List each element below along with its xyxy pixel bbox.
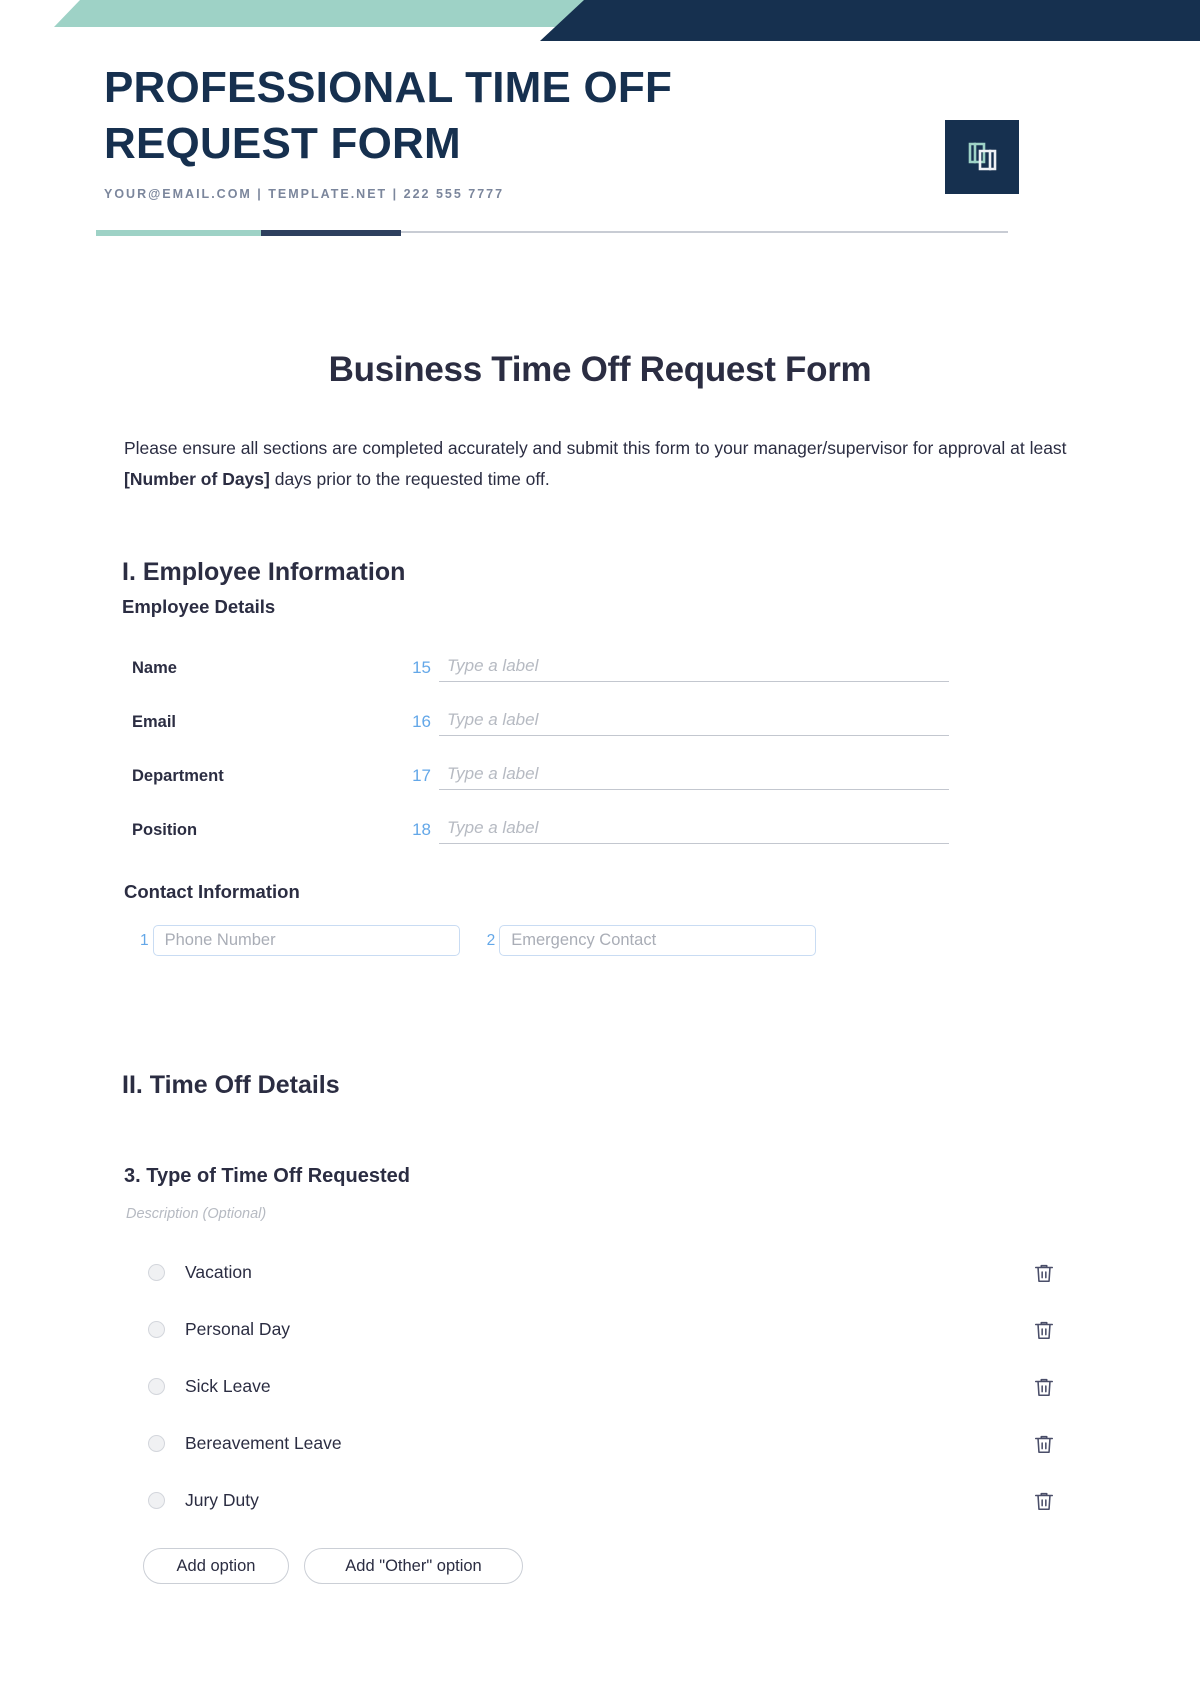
option-label-jury-duty: Jury Duty <box>185 1490 259 1511</box>
trash-icon[interactable] <box>1033 1433 1055 1455</box>
field-number-name: 15 <box>412 658 431 678</box>
letterhead-divider <box>96 230 1008 236</box>
field-row-position[interactable]: Position 18 Type a label <box>132 813 1200 845</box>
phone-number-input[interactable]: Phone Number <box>152 925 460 957</box>
field-input-email[interactable]: Type a label <box>439 710 949 737</box>
intro-text-bold: [Number of Days] <box>124 469 270 490</box>
trash-icon[interactable] <box>1033 1319 1055 1341</box>
trash-icon[interactable] <box>1033 1490 1055 1512</box>
option-row-personal-day[interactable]: Personal Day <box>0 1301 1200 1358</box>
subheading-contact-information: Contact Information <box>124 881 300 903</box>
field-label-position: Position <box>132 821 198 840</box>
employee-fields-list: Name 15 Type a label Email 16 Type a lab… <box>0 651 1200 845</box>
option-row-sick-leave[interactable]: Sick Leave <box>0 1358 1200 1415</box>
contact-information-row: 1 Phone Number 2 Emergency Contact <box>140 925 1200 957</box>
letterhead-title: PROFESSIONAL TIME OFF REQUEST FORM <box>104 63 673 169</box>
company-logo <box>945 120 1019 194</box>
field-number-department: 17 <box>412 766 431 786</box>
divider-segment-gray <box>401 231 1008 233</box>
add-option-buttons: Add option Add "Other" option <box>143 1548 1200 1585</box>
document-body: Business Time Off Request Form Please en… <box>0 250 1200 1585</box>
divider-segment-green <box>96 230 261 236</box>
subheading-employee-details: Employee Details <box>122 596 276 618</box>
document-page: PROFESSIONAL TIME OFF REQUEST FORM YOUR@… <box>0 0 1200 1701</box>
trash-icon[interactable] <box>1033 1262 1055 1284</box>
radio-button-icon[interactable] <box>148 1321 165 1339</box>
question-description[interactable]: Description (Optional) <box>126 1206 1200 1222</box>
radio-button-icon[interactable] <box>148 1435 165 1453</box>
divider-segment-navy <box>261 230 401 236</box>
field-label-email: Email <box>132 713 177 732</box>
field-input-name[interactable]: Type a label <box>439 656 949 683</box>
add-other-option-button[interactable]: Add "Other" option <box>304 1548 523 1585</box>
option-label-bereavement-leave: Bereavement Leave <box>185 1433 342 1454</box>
field-row-department[interactable]: Department 17 Type a label <box>132 759 1200 791</box>
trash-icon[interactable] <box>1033 1376 1055 1398</box>
contact-number-emergency: 2 <box>486 931 496 949</box>
option-label-personal-day: Personal Day <box>185 1319 291 1340</box>
option-row-jury-duty[interactable]: Jury Duty <box>0 1472 1200 1529</box>
field-number-position: 18 <box>412 820 431 840</box>
intro-text-after: days prior to the requested time off. <box>269 469 550 490</box>
time-off-options-list: Vacation Personal Day Sick Leave Bereave… <box>0 1244 1200 1529</box>
section-heading-time-off-details: II. Time Off Details <box>122 1071 340 1100</box>
field-label-department: Department <box>132 767 224 786</box>
option-row-bereavement-leave[interactable]: Bereavement Leave <box>0 1415 1200 1472</box>
field-row-email[interactable]: Email 16 Type a label <box>132 705 1200 737</box>
intro-text-before: Please ensure all sections are completed… <box>124 438 1067 458</box>
intro-paragraph: Please ensure all sections are completed… <box>124 433 1076 495</box>
option-label-vacation: Vacation <box>185 1262 252 1283</box>
section-heading-employee-information: I. Employee Information <box>122 558 406 587</box>
field-input-department[interactable]: Type a label <box>439 764 949 791</box>
field-row-name[interactable]: Name 15 Type a label <box>132 651 1200 683</box>
field-label-name: Name <box>132 659 177 678</box>
page-title: Business Time Off Request Form <box>328 350 872 389</box>
emergency-contact-input[interactable]: Emergency Contact <box>499 925 817 957</box>
field-number-email: 16 <box>412 712 431 732</box>
overlapping-brackets-logo-icon <box>968 142 997 171</box>
letterhead: PROFESSIONAL TIME OFF REQUEST FORM YOUR@… <box>0 0 1200 250</box>
contact-number-phone: 1 <box>140 931 149 949</box>
decorative-green-band <box>54 0 620 27</box>
decorative-navy-band <box>540 0 1200 41</box>
field-input-position[interactable]: Type a label <box>439 818 949 845</box>
radio-button-icon[interactable] <box>148 1378 165 1396</box>
option-label-sick-leave: Sick Leave <box>185 1376 271 1397</box>
add-option-button[interactable]: Add option <box>143 1548 289 1585</box>
radio-button-icon[interactable] <box>148 1492 165 1510</box>
radio-button-icon[interactable] <box>148 1264 165 1282</box>
option-row-vacation[interactable]: Vacation <box>0 1244 1200 1301</box>
question-title-time-off-type: 3. Type of Time Off Requested <box>124 1165 410 1188</box>
